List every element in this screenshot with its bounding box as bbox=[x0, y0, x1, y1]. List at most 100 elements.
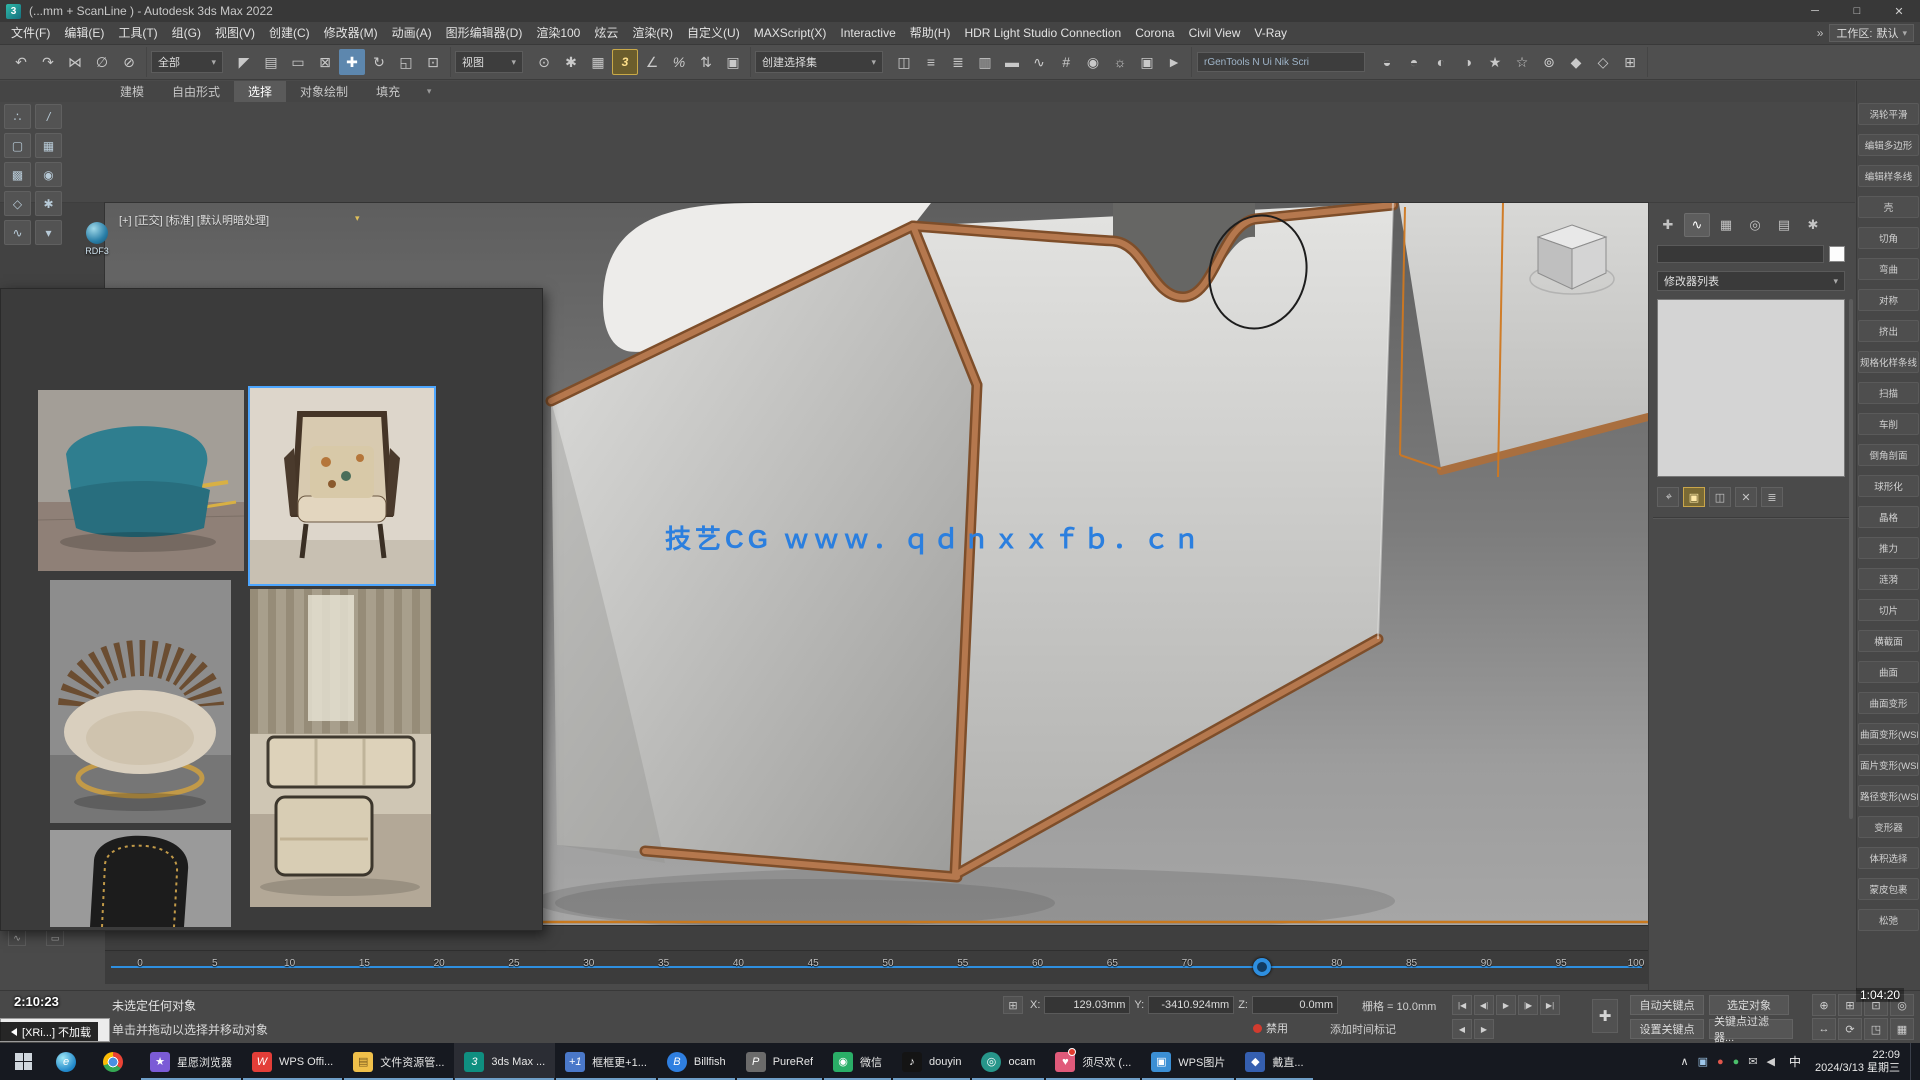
tray-cloud-icon[interactable]: ▣ bbox=[1698, 1055, 1708, 1068]
use-pivot-center-icon[interactable]: ⊙ bbox=[531, 49, 557, 75]
panel-scrollbar[interactable] bbox=[1849, 299, 1853, 819]
remove-modifier-icon[interactable]: ✕ bbox=[1735, 487, 1757, 507]
selection-filter-dropdown[interactable]: 全部 ▾ bbox=[151, 51, 223, 73]
spinner-snap-icon[interactable]: ⇅ bbox=[693, 49, 719, 75]
scene-explorer-icon[interactable]: ≣ bbox=[945, 49, 971, 75]
menu-item[interactable]: Civil View bbox=[1182, 22, 1248, 44]
soft-selection-icon[interactable]: ◉ bbox=[35, 162, 62, 187]
bind-to-space-warp-icon[interactable]: ⊘ bbox=[116, 49, 142, 75]
select-and-link-icon[interactable]: ⋈ bbox=[62, 49, 88, 75]
tray-green-app-icon[interactable]: ● bbox=[1733, 1056, 1740, 1068]
taskbar-wps-office[interactable]: W WPS Offi... bbox=[242, 1043, 343, 1080]
plugin-icon-5[interactable]: ★ bbox=[1482, 49, 1508, 75]
freeform-tool-icon[interactable]: ∿ bbox=[4, 220, 31, 245]
menu-item[interactable]: 文件(F) bbox=[4, 22, 57, 44]
taskbar-xingyuan-browser[interactable]: ★ 星愿浏览器 bbox=[140, 1043, 242, 1080]
menu-item[interactable]: 组(G) bbox=[165, 22, 208, 44]
modifier-set-button[interactable]: 切角 bbox=[1858, 227, 1919, 249]
minimize-button[interactable]: ─ bbox=[1794, 0, 1836, 22]
auto-key-button[interactable]: 自动关键点 bbox=[1630, 995, 1704, 1015]
start-button[interactable] bbox=[0, 1043, 46, 1080]
menu-item[interactable]: 工具(T) bbox=[111, 22, 164, 44]
curve-editor-icon[interactable]: ∿ bbox=[1026, 49, 1052, 75]
object-color-swatch[interactable] bbox=[1829, 246, 1845, 262]
hierarchy-tab-icon[interactable]: ▦ bbox=[1713, 213, 1739, 237]
orbit-icon[interactable]: ⟳ bbox=[1838, 1018, 1862, 1040]
render-production-icon[interactable]: ► bbox=[1161, 49, 1187, 75]
modifier-stack-list[interactable] bbox=[1657, 299, 1845, 477]
constraints-icon[interactable]: ◇ bbox=[4, 191, 31, 216]
select-by-name-icon[interactable]: ▤ bbox=[258, 49, 284, 75]
render-setup-icon[interactable]: ☼ bbox=[1107, 49, 1133, 75]
show-desktop-button[interactable] bbox=[1910, 1043, 1916, 1080]
percent-snap-icon[interactable]: % bbox=[666, 49, 692, 75]
modifier-set-button[interactable]: 对称 bbox=[1858, 289, 1919, 311]
zoom-icon[interactable]: ⊕ bbox=[1812, 994, 1836, 1016]
taskbar-daizhi[interactable]: ◆ 戴直... bbox=[1235, 1043, 1313, 1080]
named-selection-sets-dropdown[interactable]: 创建选择集 ▾ bbox=[755, 51, 883, 73]
open-mini-curve-editor-icon[interactable]: ∿ bbox=[8, 930, 26, 946]
ref-image-sofa-set-room[interactable] bbox=[250, 589, 431, 907]
rdf3-plugin-icon[interactable]: RDF3 bbox=[74, 222, 120, 256]
modifier-set-button[interactable]: 弯曲 bbox=[1858, 258, 1919, 280]
taskbar-kuangkuang[interactable]: +1 框框更+1... bbox=[555, 1043, 657, 1080]
tray-red-app-icon[interactable]: ● bbox=[1717, 1056, 1724, 1068]
time-slider-handle[interactable] bbox=[1253, 958, 1271, 976]
show-end-result-icon[interactable]: ▣ bbox=[1683, 487, 1705, 507]
taskbar-chrome[interactable] bbox=[93, 1043, 140, 1080]
go-to-end-icon[interactable]: ▶| bbox=[1540, 995, 1560, 1015]
layer-explorer-icon[interactable]: ▥ bbox=[972, 49, 998, 75]
taskbar-file-explorer[interactable]: ▤ 文件资源管... bbox=[343, 1043, 454, 1080]
modifier-set-button[interactable]: 松弛 bbox=[1858, 909, 1919, 931]
taskbar-clock[interactable]: 22:09 2024/3/13 星期三 bbox=[1815, 1049, 1900, 1075]
x-coordinate-field[interactable]: 129.03mm bbox=[1044, 996, 1130, 1014]
ribbon-tab[interactable]: 选择 bbox=[234, 81, 286, 102]
redo-icon[interactable]: ↷ bbox=[35, 49, 61, 75]
menu-overflow-chevron[interactable]: » bbox=[1817, 26, 1824, 40]
modifier-set-button[interactable]: 面片变形(WSM) bbox=[1858, 754, 1919, 776]
ribbon-tab[interactable]: 自由形式 bbox=[158, 81, 234, 102]
maximize-button[interactable]: □ bbox=[1836, 0, 1878, 22]
taskbar-wechat[interactable]: ◉ 微信 bbox=[823, 1043, 892, 1080]
tray-expand-icon[interactable]: ∧ bbox=[1681, 1055, 1689, 1068]
ribbon-tab[interactable]: 建模 bbox=[106, 81, 158, 102]
material-editor-icon[interactable]: ◉ bbox=[1080, 49, 1106, 75]
plugin-icon-8[interactable]: ◆ bbox=[1563, 49, 1589, 75]
modifier-set-button[interactable]: 曲面变形(WSM) bbox=[1858, 723, 1919, 745]
y-coordinate-field[interactable]: -3410.924mm bbox=[1148, 996, 1234, 1014]
modifier-set-button[interactable]: 车削 bbox=[1858, 413, 1919, 435]
utilities-tab-icon[interactable]: ✱ bbox=[1800, 213, 1826, 237]
menu-item[interactable]: 自定义(U) bbox=[680, 22, 747, 44]
ref-image-teal-sofa[interactable] bbox=[38, 390, 244, 571]
taskbar-wps-pictures[interactable]: ▣ WPS图片 bbox=[1141, 1043, 1235, 1080]
plugin-icon-10[interactable]: ⊞ bbox=[1617, 49, 1643, 75]
ref-image-beige-armchair-selected[interactable] bbox=[250, 388, 434, 584]
modifier-set-button[interactable]: 体积选择 bbox=[1858, 847, 1919, 869]
menu-item[interactable]: 编辑(E) bbox=[57, 22, 111, 44]
modifier-set-button[interactable]: 涡轮平滑 bbox=[1858, 103, 1919, 125]
configure-modifier-sets-icon[interactable]: ≣ bbox=[1761, 487, 1783, 507]
modifier-set-button[interactable]: 涟漪 bbox=[1858, 568, 1919, 590]
tray-volume-icon[interactable]: ◀ bbox=[1767, 1055, 1775, 1068]
display-tab-icon[interactable]: ▤ bbox=[1771, 213, 1797, 237]
modifier-set-button[interactable]: 扫描 bbox=[1858, 382, 1919, 404]
modifier-set-button[interactable]: 晶格 bbox=[1858, 506, 1919, 528]
snap-toggle-3d-icon[interactable]: 3 bbox=[612, 49, 638, 75]
plugin-icon-9[interactable]: ◇ bbox=[1590, 49, 1616, 75]
taskbar-edge[interactable]: e bbox=[46, 1043, 93, 1080]
polygon-mode-icon[interactable]: ▦ bbox=[35, 133, 62, 158]
modify-tab-icon[interactable]: ∿ bbox=[1684, 213, 1710, 237]
go-to-start-icon[interactable]: |◀ bbox=[1452, 995, 1472, 1015]
window-crossing-icon[interactable]: ⊠ bbox=[312, 49, 338, 75]
reference-coordinate-dropdown[interactable]: 视图 ▾ bbox=[455, 51, 523, 73]
ribbon-tab[interactable]: 填充 bbox=[362, 81, 414, 102]
modifier-set-button[interactable]: 推力 bbox=[1858, 537, 1919, 559]
menu-item[interactable]: Corona bbox=[1128, 22, 1181, 44]
plugin-icon-6[interactable]: ☆ bbox=[1509, 49, 1535, 75]
menu-item[interactable]: 修改器(M) bbox=[317, 22, 385, 44]
create-key-button[interactable]: ✚ bbox=[1592, 999, 1618, 1033]
modifier-set-button[interactable]: 挤出 bbox=[1858, 320, 1919, 342]
undo-icon[interactable]: ↶ bbox=[8, 49, 34, 75]
maximize-viewport-icon[interactable]: ◳ bbox=[1864, 1018, 1888, 1040]
select-and-place-icon[interactable]: ⊡ bbox=[420, 49, 446, 75]
